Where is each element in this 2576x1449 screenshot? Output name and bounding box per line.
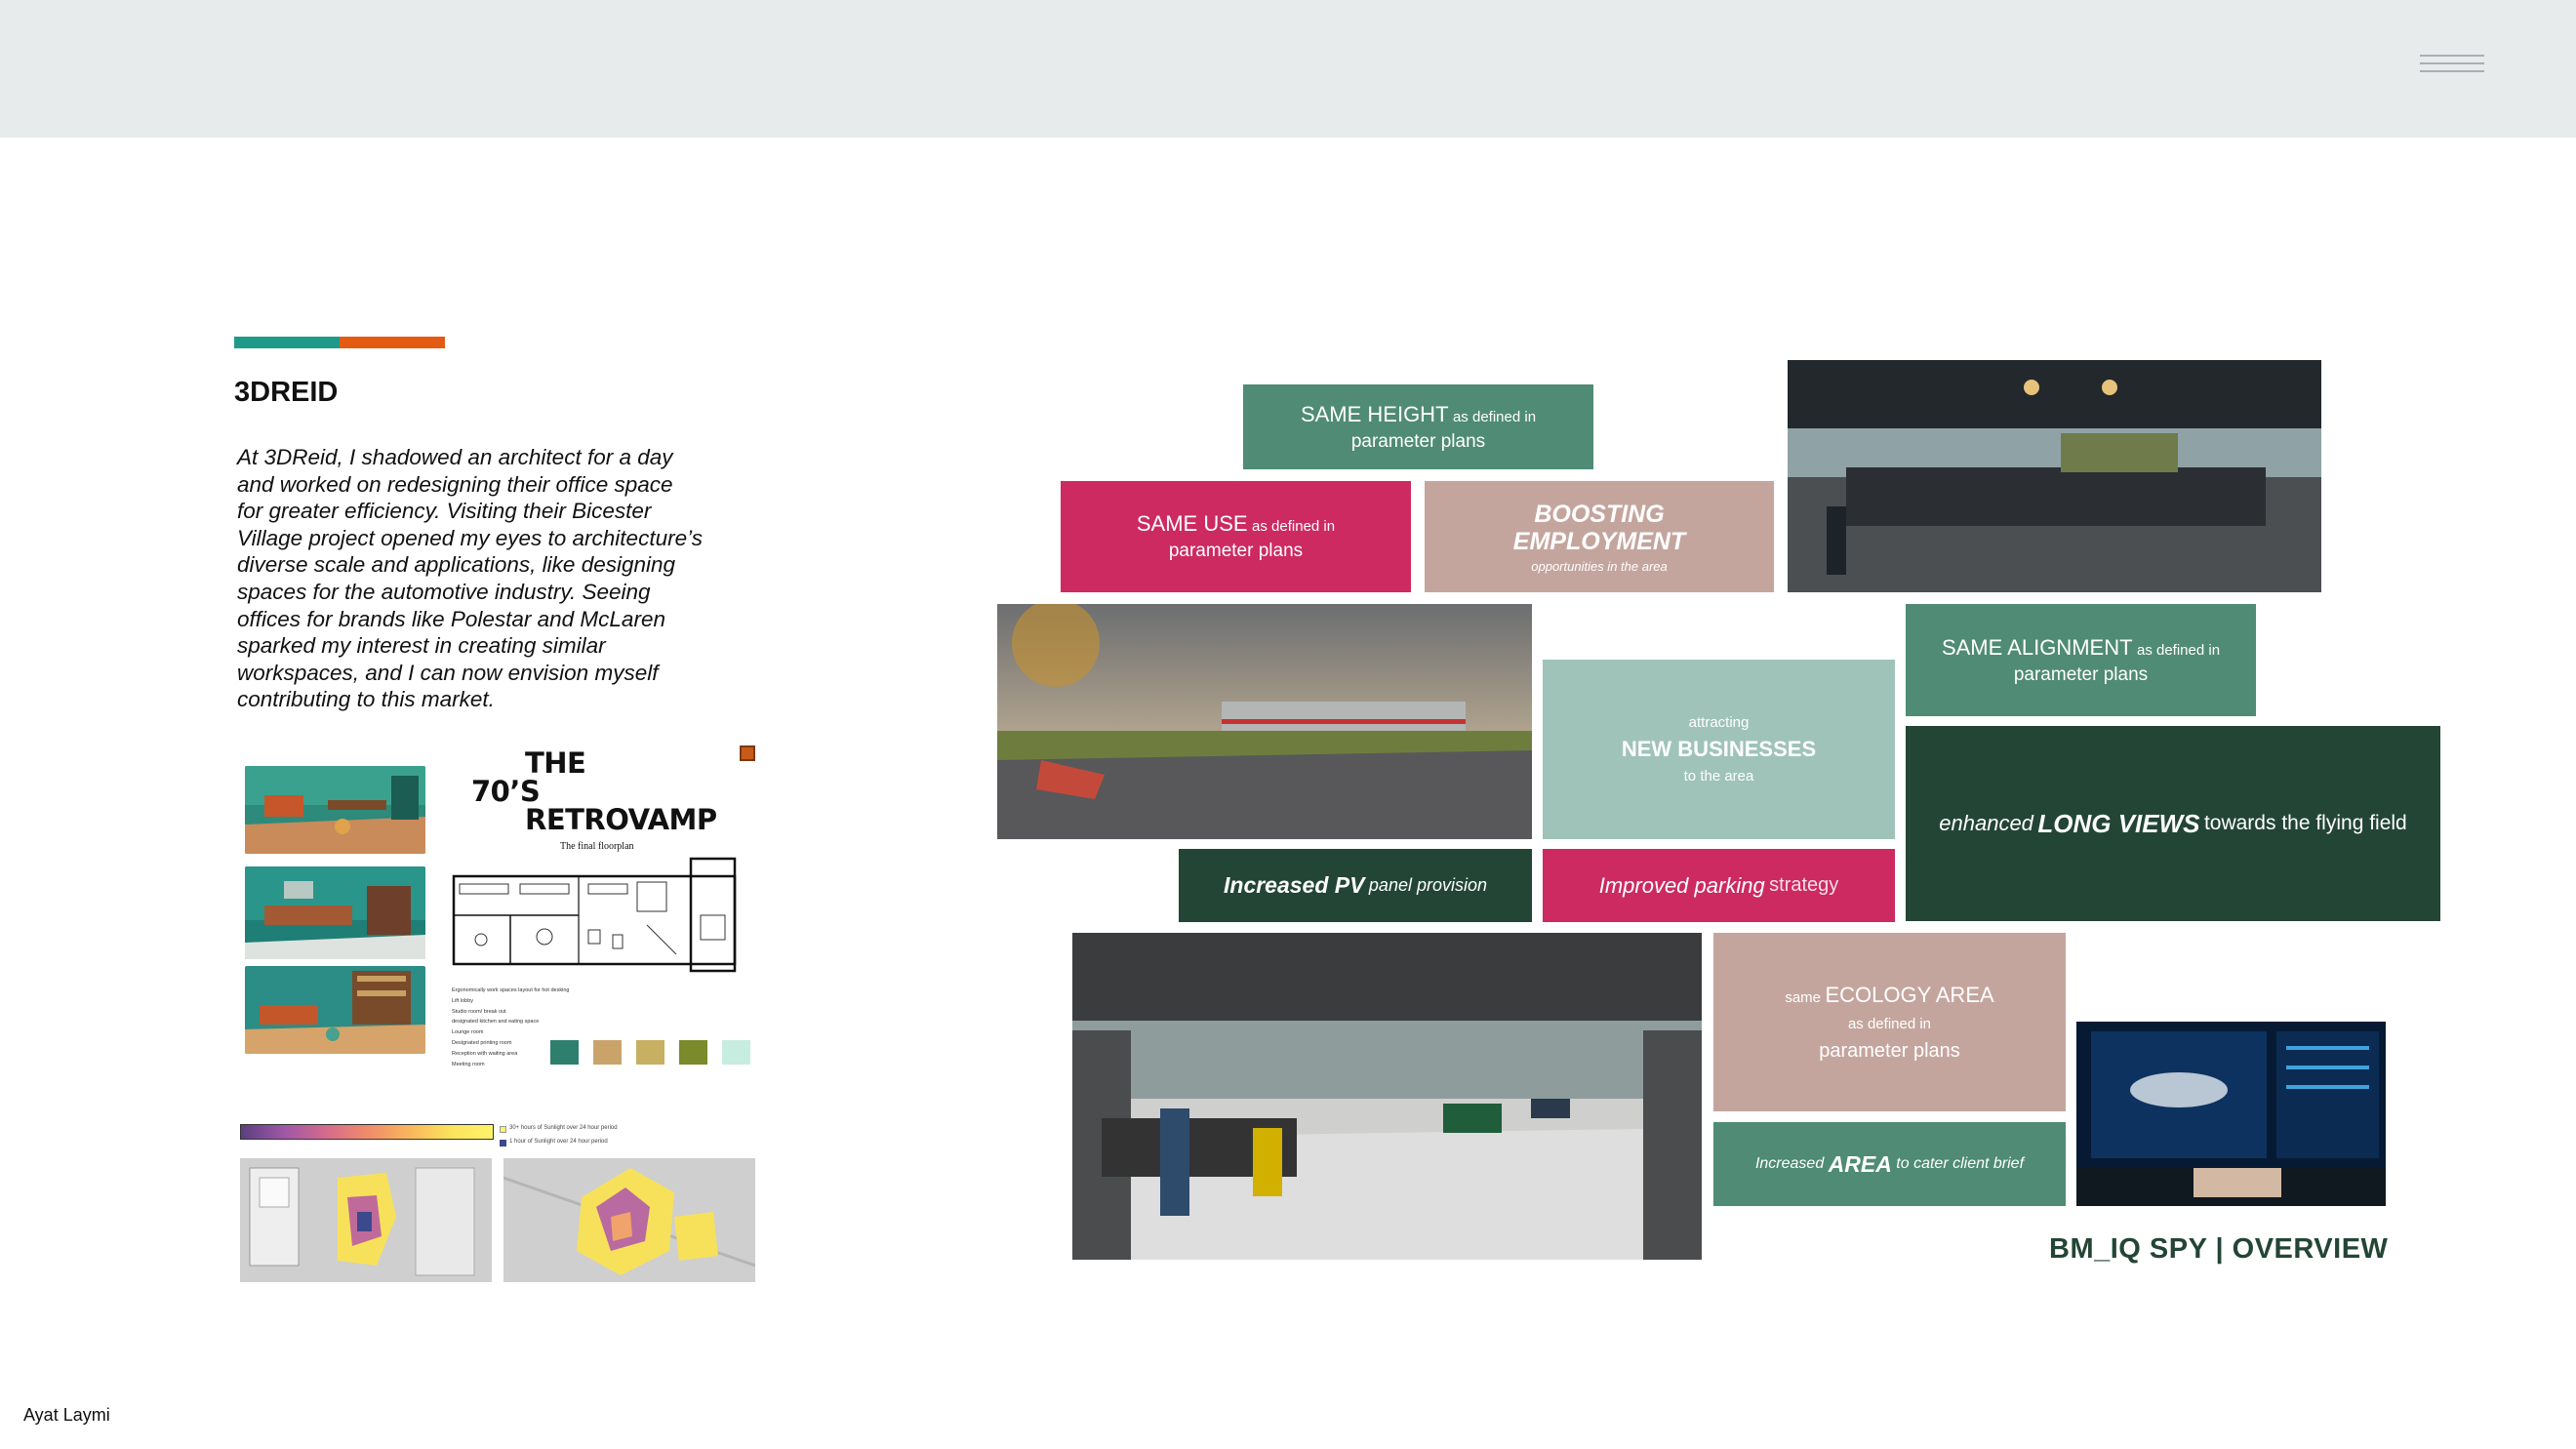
tile-main-text: AREA — [1828, 1150, 1892, 1177]
tile-sub-text: Increased — [1754, 1155, 1825, 1172]
color-swatch — [679, 1040, 707, 1065]
floorplan-notes: Ergonomically work spaces layout for hot… — [452, 986, 570, 1069]
note-item: Lounge room — [452, 1029, 484, 1036]
color-swatch — [593, 1040, 622, 1065]
tile-main-text: Increased PV — [1224, 872, 1365, 898]
tile-main-text: Improved parking — [1598, 872, 1765, 898]
sunlight-map-image — [503, 1158, 755, 1282]
tile-same-use: SAME USE as defined in parameter plans — [1061, 481, 1411, 592]
tile-sub-text: same — [1785, 988, 1821, 1006]
tile-main-text: ECOLOGY AREA — [1825, 982, 1994, 1007]
hamburger-menu-icon[interactable] — [2420, 55, 2484, 82]
section-title: 3DREID — [234, 377, 339, 408]
tile-sub-text: to the area — [1683, 768, 1754, 785]
retrovamp-title-line: 70’S — [471, 775, 541, 808]
tile-ecology-area: same ECOLOGY AREA as defined in paramete… — [1713, 933, 2066, 1111]
retrovamp-board: THE 70’S RETROVAMP The final floorplan E… — [242, 742, 769, 1073]
legend-swatch — [500, 1126, 506, 1133]
top-bar — [0, 0, 2576, 138]
office-render-image — [245, 966, 425, 1054]
color-swatch — [636, 1040, 664, 1065]
tile-sub-text: opportunities in the area — [1531, 558, 1668, 574]
paragraph-line: diverse scale and applications, like des… — [237, 552, 676, 578]
tile-main-text: SAME ALIGNMENT — [1941, 634, 2133, 660]
sunlight-study: 30+ hours of Sunlight over 24 hour perio… — [238, 1120, 757, 1284]
tile-sub-text: parameter plans — [1350, 430, 1486, 452]
retrovamp-subtitle: The final floorplan — [560, 841, 634, 852]
tile-sub-text: strategy — [1769, 874, 1839, 896]
accent-teal — [234, 337, 340, 348]
sunlight-legend: 30+ hours of Sunlight over 24 hour perio… — [509, 1125, 618, 1131]
paragraph-line: spaces for the automotive industry. Seei… — [237, 579, 651, 604]
paragraph-line: Village project opened my eyes to archit… — [237, 525, 703, 550]
note-item: Ergonomically work spaces layout for hot… — [452, 987, 570, 993]
paragraph-line: and worked on redesigning their office s… — [237, 471, 673, 497]
supercar-building-photo — [997, 604, 1532, 839]
tile-sub-text: as defined in — [1252, 518, 1336, 535]
note-item: Designated printing room — [452, 1039, 512, 1046]
tile-long-views: enhanced LONG VIEWS towards the flying f… — [1906, 726, 2440, 921]
tile-increased-area: Increased AREA to cater client brief — [1713, 1122, 2066, 1206]
tile-main-text: BOOSTING — [1534, 500, 1665, 528]
tile-sub-text: as defined in — [1847, 1015, 1932, 1032]
tile-sub-text: parameter plans — [1819, 1039, 1960, 1062]
note-item: Reception with waiting area — [452, 1050, 518, 1057]
tile-main-text: EMPLOYMENT — [1512, 527, 1686, 555]
tile-boosting-employment: BOOSTING EMPLOYMENT opportunities in the… — [1425, 481, 1774, 592]
sunlight-scale-bar — [240, 1124, 494, 1140]
paragraph-line: for greater efficiency. Visiting their B… — [237, 499, 652, 524]
tile-sub-text: panel provision — [1368, 875, 1487, 895]
accent-orange — [340, 337, 445, 348]
floorplan-drawing — [452, 857, 737, 973]
office-interior-photo — [1788, 360, 2321, 592]
note-item: Lift lobby — [452, 997, 474, 1004]
tile-sub-text: parameter plans — [1168, 541, 1304, 561]
workshop-interior-photo — [1072, 933, 1702, 1260]
tile-sub-text: towards the flying field — [2203, 812, 2407, 834]
tile-new-businesses: attracting NEW BUSINESSES to the area — [1543, 660, 1895, 839]
tile-sub-text: enhanced — [1939, 811, 2033, 835]
tile-main-text: SAME USE — [1136, 511, 1248, 536]
paragraph-line: workspaces, and I can now envision mysel… — [237, 660, 659, 685]
office-render-image — [245, 766, 425, 854]
paragraph-line: sparked my interest in creating similar — [237, 633, 606, 659]
paragraph-line: contributing to this market. — [237, 687, 495, 712]
tile-sub-text: as defined in — [1452, 408, 1537, 425]
retrovamp-title-line: RETROVAMP — [525, 803, 717, 836]
tile-increased-pv: Increased PV panel provision — [1179, 849, 1532, 922]
tile-sub-text: attracting — [1688, 714, 1750, 731]
tile-same-alignment: SAME ALIGNMENT as defined in parameter p… — [1906, 604, 2256, 716]
accent-bar — [234, 337, 445, 348]
note-item: Studio room/ break out — [452, 1008, 506, 1015]
overview-title: BM_IQ SPY | OVERVIEW — [2049, 1233, 2389, 1265]
paragraph-line: offices for brands like Polestar and McL… — [237, 606, 665, 631]
note-item: Meeting room — [452, 1061, 485, 1067]
note-item: designated kitchen and eating space — [452, 1019, 540, 1026]
tile-sub-text: parameter plans — [2013, 664, 2149, 685]
retrovamp-title: THE 70’S RETROVAMP — [471, 749, 749, 834]
computer-screen-photo — [2076, 1022, 2386, 1206]
tile-main-text: SAME HEIGHT — [1300, 401, 1449, 426]
tile-main-text: LONG VIEWS — [2037, 808, 2200, 838]
sunlight-map-image — [240, 1158, 492, 1282]
color-swatch — [550, 1040, 579, 1065]
tile-main-text: NEW BUSINESSES — [1621, 737, 1817, 761]
description-paragraph: At 3DReid, I shadowed an architect for a… — [237, 444, 705, 713]
tile-same-height: SAME HEIGHT as defined in parameter plan… — [1243, 384, 1593, 469]
color-swatch — [722, 1040, 750, 1065]
office-render-image — [245, 866, 425, 959]
tile-sub-text: to cater client brief — [1896, 1155, 2025, 1172]
author-name: Ayat Laymi — [23, 1405, 110, 1425]
legend-swatch — [500, 1140, 506, 1147]
tile-sub-text: as defined in — [2136, 641, 2221, 659]
retrovamp-title-line: THE — [525, 746, 586, 780]
paragraph-line: At 3DReid, I shadowed an architect for a… — [237, 445, 673, 469]
sunlight-legend: 1 hour of Sunlight over 24 hour period — [509, 1139, 608, 1145]
tile-improved-parking: Improved parking strategy — [1543, 849, 1895, 922]
